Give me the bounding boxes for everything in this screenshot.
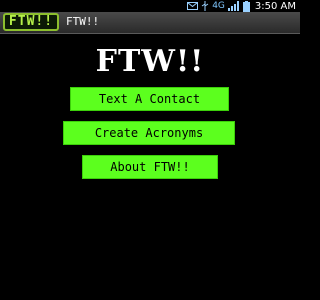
page-title: FTW!!: [95, 44, 205, 79]
app-title-bar: FTW!! FTW!!: [0, 12, 300, 34]
about-button[interactable]: About FTW!!: [82, 155, 218, 179]
app-icon: FTW!!: [3, 13, 59, 31]
signal-icon: [227, 1, 240, 11]
status-bar: 4G 3:50 AM: [0, 0, 300, 12]
mail-icon: [187, 2, 199, 10]
status-time: 3:50 AM: [254, 0, 296, 12]
app-title: FTW!!: [66, 15, 100, 28]
usb-icon: [201, 1, 209, 11]
text-a-contact-button[interactable]: Text A Contact: [70, 87, 229, 111]
status-icons: 4G 3:50 AM: [187, 0, 296, 12]
battery-icon: [242, 0, 250, 12]
create-acronyms-button[interactable]: Create Acronyms: [63, 121, 235, 145]
network-type-label: 4G: [212, 1, 225, 11]
